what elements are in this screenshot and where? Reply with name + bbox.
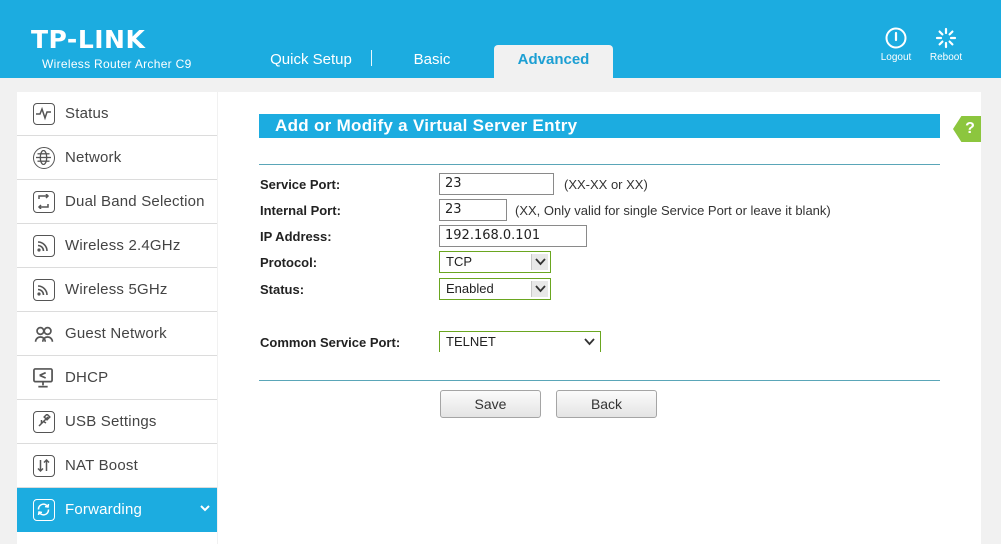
help-button[interactable]: ? (953, 116, 981, 142)
divider-bottom (259, 380, 940, 381)
users-icon (33, 323, 55, 345)
common-service-port-value: TELNET (446, 334, 496, 349)
tab-quick-setup[interactable]: Quick Setup (255, 45, 367, 78)
power-icon (885, 27, 907, 49)
service-port-hint: (XX-XX or XX) (564, 177, 648, 192)
protocol-select[interactable]: TCP (439, 251, 551, 273)
chevron-down-icon (581, 334, 598, 350)
sidebar-nav: Status Network Dual Band Selection Wirel… (17, 92, 217, 544)
ip-address-label: IP Address: (260, 229, 332, 244)
reboot-button[interactable]: Reboot (921, 27, 971, 63)
sidebar-item-guest-network[interactable]: Guest Network (17, 312, 217, 356)
wifi-icon (33, 279, 55, 301)
brand-logo: TP-LINK (31, 25, 146, 54)
logout-label: Logout (880, 52, 912, 63)
dual-arrow-icon (33, 191, 55, 213)
sidebar-item-wireless-24[interactable]: Wireless 2.4GHz (17, 224, 217, 268)
service-port-input[interactable]: 23 (439, 173, 554, 195)
status-value: Enabled (446, 281, 494, 296)
reboot-label: Reboot (929, 52, 963, 63)
back-button[interactable]: Back (556, 390, 657, 418)
protocol-label: Protocol: (260, 255, 318, 270)
ip-address-input[interactable]: 192.168.0.101 (439, 225, 587, 247)
status-label: Status: (260, 282, 305, 297)
nat-boost-icon (33, 455, 55, 477)
forwarding-icon (33, 499, 55, 521)
common-service-port-select[interactable]: TELNET (439, 331, 601, 352)
tab-basic[interactable]: Basic (380, 45, 484, 78)
logout-button[interactable]: Logout (871, 27, 921, 63)
sidebar-item-label: Wireless 5GHz (65, 281, 168, 298)
wifi-icon (33, 235, 55, 257)
internal-port-label: Internal Port: (260, 203, 341, 218)
sidebar-item-label: Wireless 2.4GHz (65, 237, 181, 254)
sidebar-item-label: NAT Boost (65, 457, 138, 474)
tab-divider (371, 50, 372, 66)
sidebar-item-label: Guest Network (65, 325, 167, 342)
sidebar-item-status[interactable]: Status (17, 92, 217, 136)
globe-icon (33, 147, 55, 169)
protocol-value: TCP (446, 254, 472, 269)
chevron-down-icon (531, 254, 548, 270)
sidebar-item-label: Status (65, 105, 109, 122)
top-header: TP-LINK Wireless Router Archer C9 Quick … (0, 0, 1001, 78)
sidebar-item-dual-band[interactable]: Dual Band Selection (17, 180, 217, 224)
page-title: Add or Modify a Virtual Server Entry (259, 114, 940, 138)
sidebar-item-label: Forwarding (65, 501, 143, 518)
chevron-down-icon (531, 281, 548, 297)
internal-port-hint: (XX, Only valid for single Service Port … (515, 203, 831, 218)
internal-port-input[interactable]: 23 (439, 199, 507, 221)
sidebar-item-label: Dual Band Selection (65, 193, 205, 210)
sidebar-item-label: USB Settings (65, 413, 157, 430)
save-button[interactable]: Save (440, 390, 541, 418)
monitor-network-icon (33, 367, 55, 389)
sidebar-item-nat-boost[interactable]: NAT Boost (17, 444, 217, 488)
service-port-label: Service Port: (260, 177, 341, 192)
status-select[interactable]: Enabled (439, 278, 551, 300)
main-panel: Add or Modify a Virtual Server Entry ? S… (218, 92, 981, 544)
sidebar-item-label: Network (65, 149, 122, 166)
pulse-icon (33, 103, 55, 125)
model-name: Wireless Router Archer C9 (42, 57, 192, 71)
common-service-port-label: Common Service Port: (260, 335, 401, 350)
sidebar-item-usb-settings[interactable]: USB Settings (17, 400, 217, 444)
chevron-down-icon (200, 505, 210, 512)
divider-top (259, 164, 940, 165)
sidebar-item-dhcp[interactable]: DHCP (17, 356, 217, 400)
sidebar-item-network[interactable]: Network (17, 136, 217, 180)
tab-advanced[interactable]: Advanced (494, 45, 613, 78)
sidebar-item-wireless-5[interactable]: Wireless 5GHz (17, 268, 217, 312)
reboot-icon (935, 27, 957, 49)
usb-icon (33, 411, 55, 433)
sidebar-item-forwarding[interactable]: Forwarding (17, 488, 217, 532)
sidebar-item-label: DHCP (65, 369, 109, 386)
